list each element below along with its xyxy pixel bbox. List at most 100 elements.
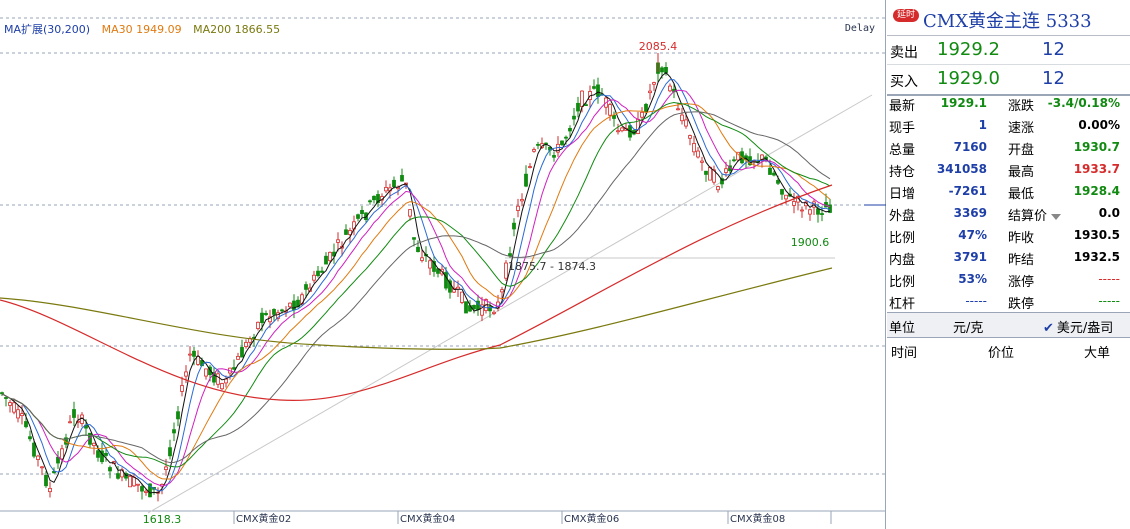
- stat-row: 最新 1929.1 涨跌 -3.4/0.18%: [887, 92, 1130, 114]
- unit-label: 单位: [889, 321, 916, 336]
- stat-value: 47%: [958, 228, 987, 242]
- candle: [60, 448, 64, 460]
- stat-value: -----: [1098, 294, 1120, 308]
- candle: [652, 82, 656, 85]
- candle: [260, 312, 264, 323]
- ma-line-slow: [1, 101, 831, 468]
- candle: [692, 143, 696, 153]
- ma-line-short: [1, 71, 831, 494]
- sell-label: 卖出: [890, 45, 918, 61]
- candle: [792, 201, 796, 206]
- unit-option-yuan-per-gram[interactable]: 元/克: [953, 317, 983, 336]
- candle: [128, 475, 132, 488]
- candle: [684, 119, 688, 127]
- stat-label: 内盘: [889, 253, 916, 268]
- buy-price: 1929.0: [937, 68, 1000, 89]
- ma-line-fast: [1, 79, 831, 492]
- candle: [360, 210, 364, 215]
- candle: [820, 213, 824, 215]
- candle: [372, 195, 376, 201]
- panel-title: 延时 CMX黄金主连 5333: [887, 0, 1130, 36]
- candle: [368, 200, 372, 203]
- check-icon: ✔: [1043, 321, 1054, 336]
- candle: [328, 251, 332, 262]
- candle: [800, 209, 804, 212]
- candle: [680, 114, 684, 122]
- candle: [224, 378, 228, 384]
- candle: [0, 392, 4, 395]
- unit-option-usd-per-ounce[interactable]: ✔ 美元/盎司: [1043, 317, 1113, 336]
- candle: [516, 205, 520, 211]
- x-axis-tick-label: CMX黄金04: [400, 512, 455, 525]
- candle: [512, 222, 516, 230]
- sell-row: 卖出 1929.2 12: [887, 36, 1130, 65]
- kline-chart-svg[interactable]: 2085.4 1618.3 1900.6 1875.7 - 1874.3 CMX黄金02…: [0, 0, 886, 529]
- candle: [420, 257, 424, 261]
- stat-value: 1929.1: [940, 96, 987, 110]
- ma-line-ma30: [1, 102, 831, 480]
- ma-legend-extended[interactable]: MA扩展(30,200): [4, 23, 90, 36]
- x-axis-tick-label: CMX黄金02: [236, 512, 291, 525]
- stat-label: 杠杆: [889, 297, 916, 312]
- stat-label: 结算价: [1008, 209, 1048, 224]
- stat-row: 比例 53% 涨停 -----: [887, 268, 1130, 290]
- candle: [316, 270, 320, 277]
- stat-label: 比例: [889, 275, 916, 290]
- stat-value: 1: [978, 118, 987, 132]
- contract-name[interactable]: CMX黄金主连 5333: [923, 7, 1092, 33]
- candle: [400, 175, 404, 182]
- stat-label: 比例: [889, 231, 916, 246]
- kline-chart[interactable]: 2085.4 1618.3 1900.6 1875.7 - 1874.3 CMX黄金02…: [0, 0, 886, 529]
- candle: [344, 229, 348, 235]
- candle: [620, 127, 624, 132]
- candle: [20, 413, 24, 417]
- stat-row: 杠杆 ----- 跌停 -----: [887, 290, 1130, 312]
- stat-value: -7261: [948, 184, 987, 198]
- candle: [220, 383, 224, 390]
- candle: [732, 159, 736, 162]
- candle: [232, 367, 236, 370]
- stat-value: 0.00%: [1078, 118, 1120, 132]
- candle: [24, 421, 28, 428]
- settlement-dropdown[interactable]: 结算价: [1008, 205, 1062, 224]
- chevron-down-icon[interactable]: [1051, 213, 1062, 220]
- candle: [164, 466, 168, 470]
- candle: [816, 208, 820, 215]
- stat-label: 日增: [889, 187, 916, 202]
- candle: [140, 486, 144, 492]
- candle: [108, 467, 112, 472]
- stats-table: 最新 1929.1 涨跌 -3.4/0.18% 现手 1 速涨 0.00% 总量…: [887, 92, 1130, 312]
- candle: [568, 128, 572, 132]
- candle: [664, 66, 668, 73]
- stat-value: 341058: [936, 162, 987, 176]
- candle: [116, 473, 120, 479]
- candle: [780, 189, 784, 195]
- candle: [576, 102, 580, 112]
- buy-label: 买入: [890, 74, 918, 90]
- delay-badge: 延时: [893, 9, 919, 22]
- candle: [776, 180, 780, 184]
- candle: [532, 149, 536, 152]
- candle: [612, 115, 616, 119]
- unit-row: 单位 元/克 ✔ 美元/盎司: [887, 312, 1130, 338]
- buy-row: 买入 1929.0 12: [887, 65, 1130, 94]
- candle: [176, 411, 180, 420]
- stat-label: 最高: [1008, 165, 1035, 180]
- candle: [256, 321, 260, 329]
- candle: [16, 409, 20, 419]
- candle: [240, 347, 244, 358]
- candle: [204, 368, 208, 377]
- candle: [132, 476, 136, 487]
- candle: [460, 291, 464, 303]
- stat-row: 总量 7160 开盘 1930.7: [887, 136, 1130, 158]
- stat-value: 1930.7: [1073, 140, 1120, 154]
- candle: [32, 442, 36, 457]
- stat-label: 涨停: [1008, 275, 1035, 290]
- candle: [28, 436, 32, 440]
- candle: [244, 342, 248, 347]
- tick-header-big-order: 大单: [1084, 346, 1111, 361]
- candle: [724, 168, 728, 173]
- tick-header-price: 价位: [988, 346, 1015, 361]
- stat-label: 最新: [889, 99, 916, 114]
- candle: [552, 155, 556, 158]
